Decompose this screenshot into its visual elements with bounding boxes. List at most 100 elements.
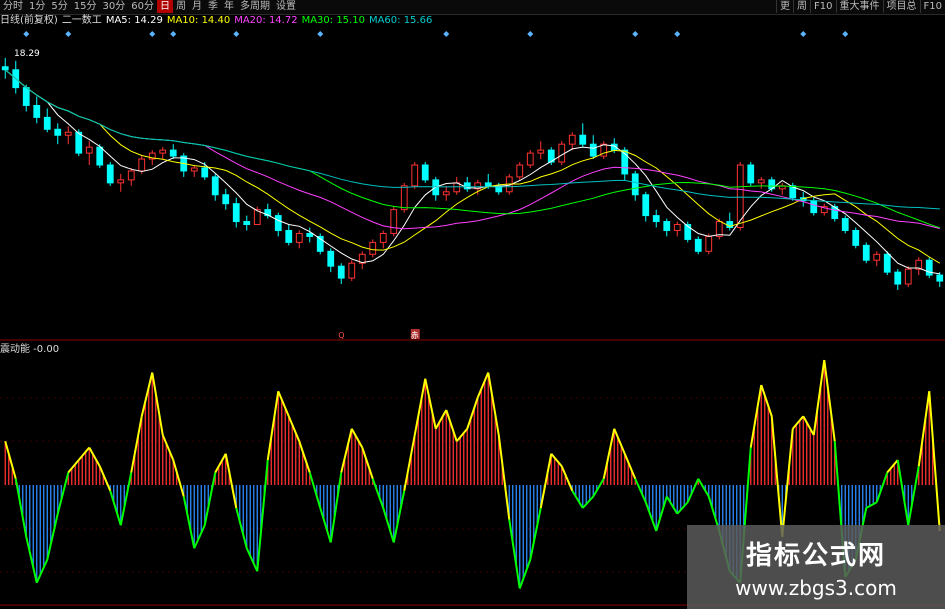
event-marker	[527, 31, 534, 37]
hist-outline	[907, 466, 920, 526]
hist-outline	[550, 453, 563, 467]
hist-outline	[749, 384, 763, 448]
candle-body	[883, 253, 891, 273]
hist-outline	[308, 472, 322, 509]
candle-body	[201, 167, 209, 178]
candle-body	[558, 143, 566, 163]
candle-body	[274, 215, 282, 231]
event-marker	[23, 31, 30, 37]
hist-outline	[77, 446, 91, 461]
candle-body	[411, 164, 419, 187]
candle-body	[757, 179, 765, 184]
hist-outline	[413, 378, 427, 436]
candle-body	[841, 218, 849, 231]
hist-outline	[298, 440, 311, 473]
candle-body	[369, 241, 377, 255]
candle-body	[568, 134, 576, 145]
hist-outline	[455, 428, 469, 442]
ma30-line	[4, 69, 940, 229]
candle-body	[1, 66, 9, 71]
event-marker	[842, 31, 849, 37]
candle-body	[694, 238, 702, 252]
event-marker	[443, 31, 450, 37]
hist-outline	[56, 472, 70, 514]
watermark-url: www.zbgs3.com	[735, 576, 897, 600]
candle-body	[442, 191, 450, 196]
hist-outline	[172, 459, 185, 497]
hist-outline	[161, 434, 175, 461]
candle-body	[936, 274, 944, 282]
hist-outline	[676, 501, 689, 515]
candle-body	[337, 265, 345, 279]
hist-outline	[886, 459, 899, 474]
candle-body	[537, 149, 545, 154]
hist-outline	[539, 453, 553, 509]
candle-body	[22, 87, 30, 106]
candle-body	[96, 146, 104, 166]
hist-outline	[319, 507, 332, 543]
candle-body	[747, 164, 755, 184]
hist-outline	[823, 359, 836, 442]
hist-outline	[350, 428, 364, 448]
hist-outline	[697, 478, 710, 498]
hist-outline	[4, 440, 17, 480]
hist-outline	[67, 459, 80, 474]
hist-outline	[529, 507, 542, 560]
hist-outline	[245, 547, 259, 572]
candle-body	[852, 229, 860, 246]
hist-outline	[203, 472, 217, 526]
candle-body	[631, 173, 639, 196]
watermark: 指标公式网 www.zbgs3.com	[687, 525, 945, 609]
candle-body	[54, 128, 62, 136]
candle-body	[579, 134, 587, 145]
candle-body	[400, 185, 408, 211]
hist-outline	[434, 409, 448, 430]
hist-outline	[256, 459, 269, 572]
hist-outline	[686, 478, 700, 503]
hist-outline	[770, 416, 784, 537]
candle-body	[190, 167, 198, 172]
candle-body	[117, 179, 125, 184]
candle-body	[211, 176, 219, 196]
candle-body	[484, 182, 492, 187]
hist-outline	[487, 372, 500, 436]
event-marker	[632, 31, 639, 37]
candle-body	[138, 158, 146, 172]
hist-outline	[508, 519, 521, 589]
watermark-title: 指标公式网	[745, 541, 886, 571]
hist-outline	[665, 495, 679, 515]
event-marker	[170, 31, 177, 37]
hist-outline	[424, 378, 437, 429]
ma5-line	[4, 69, 940, 275]
hist-outline	[497, 434, 511, 520]
hist-outline	[560, 465, 574, 492]
marker-q: Q	[338, 331, 344, 340]
hist-outline	[760, 384, 773, 417]
candle-body	[379, 232, 387, 243]
event-marker	[317, 31, 324, 37]
candle-body	[348, 262, 356, 279]
event-marker	[233, 31, 240, 37]
hist-outline	[791, 415, 805, 430]
candle-body	[862, 244, 870, 261]
hist-outline	[382, 507, 395, 543]
hist-outline	[130, 416, 143, 473]
candle-body	[106, 164, 114, 184]
hist-outline	[287, 415, 301, 442]
hist-outline	[644, 501, 658, 532]
hist-outline	[119, 472, 133, 526]
candle-body	[127, 170, 135, 181]
candle-body	[421, 164, 429, 181]
candle-body	[673, 224, 681, 231]
hist-outline	[88, 447, 101, 467]
hist-outline	[266, 391, 280, 461]
hist-outline	[655, 496, 668, 532]
candle-body	[85, 146, 93, 154]
candle-body	[327, 250, 335, 267]
hist-outline	[371, 478, 385, 509]
hist-outline	[865, 501, 878, 509]
hist-outline	[140, 372, 154, 417]
candle-body	[243, 221, 251, 226]
hist-outline	[277, 390, 290, 417]
candle-body	[642, 194, 650, 217]
